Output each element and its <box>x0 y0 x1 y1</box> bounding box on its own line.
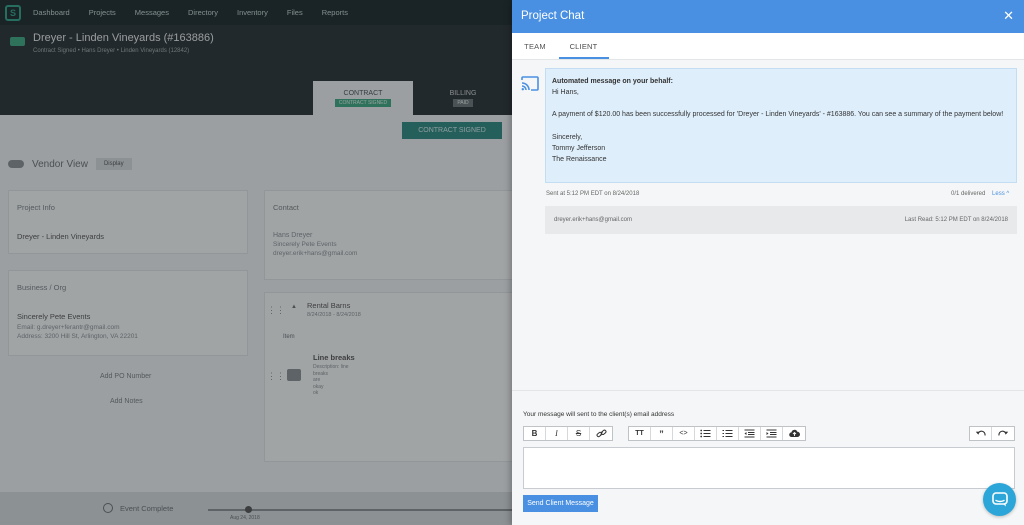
quote-icon[interactable]: ” <box>651 427 673 440</box>
chat-tabs: TEAM CLIENT <box>512 33 1024 60</box>
italic-icon[interactable]: I <box>546 427 568 440</box>
heading-icon[interactable]: TT <box>629 427 651 440</box>
support-chat-button[interactable] <box>983 483 1016 516</box>
history-toolbar <box>969 426 1015 441</box>
less-toggle[interactable]: Less ^ <box>992 191 1009 197</box>
message-sent-time: Sent at 5:12 PM EDT on 8/24/2018 <box>546 191 640 197</box>
tab-client[interactable]: CLIENT <box>558 33 609 60</box>
close-icon[interactable]: ✕ <box>1003 9 1014 22</box>
message-title: Automated message on your behalf: <box>552 78 673 85</box>
recipient-row: dreyer.erik+hans@gmail.com Last Read: 5:… <box>545 206 1017 234</box>
recipient-email: dreyer.erik+hans@gmail.com <box>554 217 632 223</box>
compose-area: Your message will sent to the client(s) … <box>512 390 1024 525</box>
send-client-message-button[interactable]: Send Client Message <box>523 495 598 512</box>
message-closing: Sincerely, <box>552 133 583 141</box>
format-toolbar-block: TT ” <> <box>628 426 806 441</box>
cloud-upload-icon[interactable] <box>783 427 805 440</box>
bullet-list-icon[interactable] <box>695 427 717 440</box>
link-icon[interactable] <box>590 427 612 440</box>
panel-title: Project Chat <box>521 10 585 22</box>
message-sender-org: The Renaissance <box>552 156 607 164</box>
chat-bubble-icon <box>991 492 1008 507</box>
tab-team[interactable]: TEAM <box>512 33 558 60</box>
project-chat-panel: Project Chat ✕ TEAM CLIENT Automated mes… <box>512 0 1024 525</box>
cast-icon <box>521 76 539 91</box>
indent-icon[interactable] <box>761 427 783 440</box>
active-tab-indicator <box>559 57 609 59</box>
message-bubble: Automated message on your behalf: Hi Han… <box>545 68 1017 183</box>
delivered-count: 0/1 delivered <box>951 191 986 197</box>
panel-header: Project Chat ✕ <box>512 0 1024 33</box>
compose-note: Your message will sent to the client(s) … <box>523 411 675 418</box>
message-sender-name: Tommy Jefferson <box>552 144 606 152</box>
strikethrough-icon[interactable]: S <box>568 427 590 440</box>
outdent-icon[interactable] <box>739 427 761 440</box>
code-icon[interactable]: <> <box>673 427 695 440</box>
numbered-list-icon[interactable] <box>717 427 739 440</box>
modal-overlay[interactable] <box>0 0 512 525</box>
message-editor[interactable] <box>523 447 1015 489</box>
redo-icon[interactable] <box>992 427 1014 440</box>
last-read-time: Last Read: 5:12 PM EDT on 8/24/2018 <box>904 217 1008 223</box>
undo-icon[interactable] <box>970 427 992 440</box>
chat-messages: Automated message on your behalf: Hi Han… <box>512 60 1024 390</box>
message-greeting: Hi Hans, <box>552 89 579 97</box>
delivery-status: 0/1 delivered Less ^ <box>951 191 1009 197</box>
format-toolbar-inline: B I S <box>523 426 613 441</box>
bold-icon[interactable]: B <box>524 427 546 440</box>
message-body: A payment of $120.00 has been successful… <box>552 111 1004 119</box>
